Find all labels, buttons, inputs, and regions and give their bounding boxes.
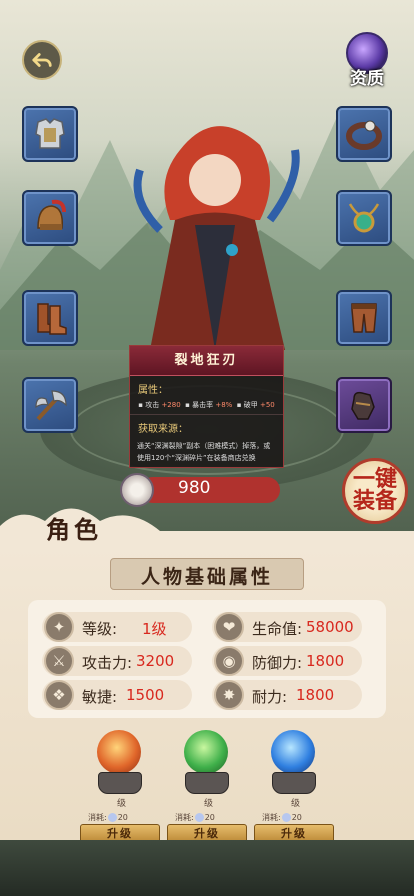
quality-label: 资质 [350,69,384,89]
heart-icon: ❤ [214,612,244,642]
source-title: 获取来源： [138,424,188,435]
role-title: 角色 [46,516,102,544]
amulet-slot[interactable] [336,190,392,246]
pants-slot[interactable] [336,290,392,346]
upgrade-water: 级 消耗: 20 升级 [254,728,334,844]
source-text: 通关“深渊裂隙”副本（困难模式）掉落，或使用120个“深渊碎片”在装备商店兑换 [137,442,271,462]
attr-hp-value: 58000 [306,618,354,636]
boots-slot[interactable] [22,290,78,346]
attr-level-value: 1级 [142,620,167,638]
axe-icon [35,390,67,421]
bracelet-slot[interactable] [336,106,392,162]
upgrade-cost: 消耗: 20 [175,813,215,822]
attr-stamina-value: 1800 [296,686,335,704]
gloves-icon [351,391,375,420]
attr-title: 属性： [138,385,168,396]
quality-button[interactable]: 资质 [342,32,392,89]
orb-level: 级 [204,799,214,809]
attr-defense-label: 防御力: [252,654,303,672]
gem-icon [281,813,291,822]
nature-orb-icon [184,730,228,774]
upgrade-cost: 消耗: 20 [262,813,302,822]
attribute-card: ✦ 等级: 1级 ❤ 生命值: 58000 ⚔ 攻击力: 3200 ◉ 防御力:… [28,600,386,718]
stamina-icon: ✸ [214,680,244,710]
attr-attack-value: 3200 [136,652,175,670]
attr-hp: ❤ 生命值: 58000 [212,612,362,642]
armor-icon [35,118,65,149]
attr-stamina-label: 耐力: [252,688,288,706]
defense-icon: ◉ [214,646,244,676]
hero-character [133,126,300,350]
back-button[interactable] [22,40,62,80]
agility-icon: ❖ [44,680,74,710]
item-name: 裂地狂刃 [130,346,283,376]
attr-attack-label: 攻击力: [82,654,133,672]
orb-stand [98,772,142,794]
item-stats: ▪ 攻击 +280 ▪ 暴击率 +8% ▪ 破甲 +50 [130,398,283,415]
attack-icon: ⚔ [44,646,74,676]
attr-agility-value: 1500 [126,686,165,704]
gloves-slot[interactable] [336,377,392,433]
helmet-slot[interactable] [22,190,78,246]
back-arrow-icon [32,53,52,67]
banner-title: 人物基础属性 [140,566,273,588]
attr-hp-label: 生命值: [252,620,303,638]
water-orb-icon [271,730,315,774]
attributes-banner: 人物基础属性 [110,552,304,594]
attr-level-label: 等级: [82,620,118,638]
boots-icon [37,303,67,335]
fire-orb-icon [97,730,141,774]
stat-attack: ▪ 攻击 +280 [138,401,181,409]
attr-defense-value: 1800 [306,652,345,670]
amulet-icon [348,203,380,233]
attr-attack: ⚔ 攻击力: 3200 [42,646,192,676]
axe-slot[interactable] [22,377,78,433]
orb-stand [272,772,316,794]
attr-stamina: ✸ 耐力: 1800 [212,680,362,710]
gem-icon [194,813,204,822]
gem-icon [107,813,117,822]
bottom-bar [0,840,414,896]
upgrade-nature: 级 消耗: 20 升级 [167,728,247,844]
item-tooltip: 裂地狂刃 属性： ▪ 攻击 +280 ▪ 暴击率 +8% ▪ 破甲 +50 获取… [129,345,284,468]
attr-agility-label: 敏捷: [82,688,118,706]
attr-level: ✦ 等级: 1级 [42,612,192,642]
stat-crit: ▪ 暴击率 +8% [185,401,233,409]
pants-icon [351,303,377,333]
bracelet-icon [346,120,382,150]
attr-agility: ❖ 敏捷: 1500 [42,680,192,710]
orb-stand [185,772,229,794]
level-icon: ✦ [44,612,74,642]
upgrade-cost: 消耗: 20 [88,813,128,822]
orb-level: 级 [291,799,301,809]
upgrade-fire: 级 消耗: 20 升级 [80,728,160,844]
stat-armor-break: ▪ 破甲 +50 [236,401,275,409]
helmet-icon [37,199,66,230]
orb-level: 级 [117,799,127,809]
attr-defense: ◉ 防御力: 1800 [212,646,362,676]
armor-slot[interactable] [22,106,78,162]
